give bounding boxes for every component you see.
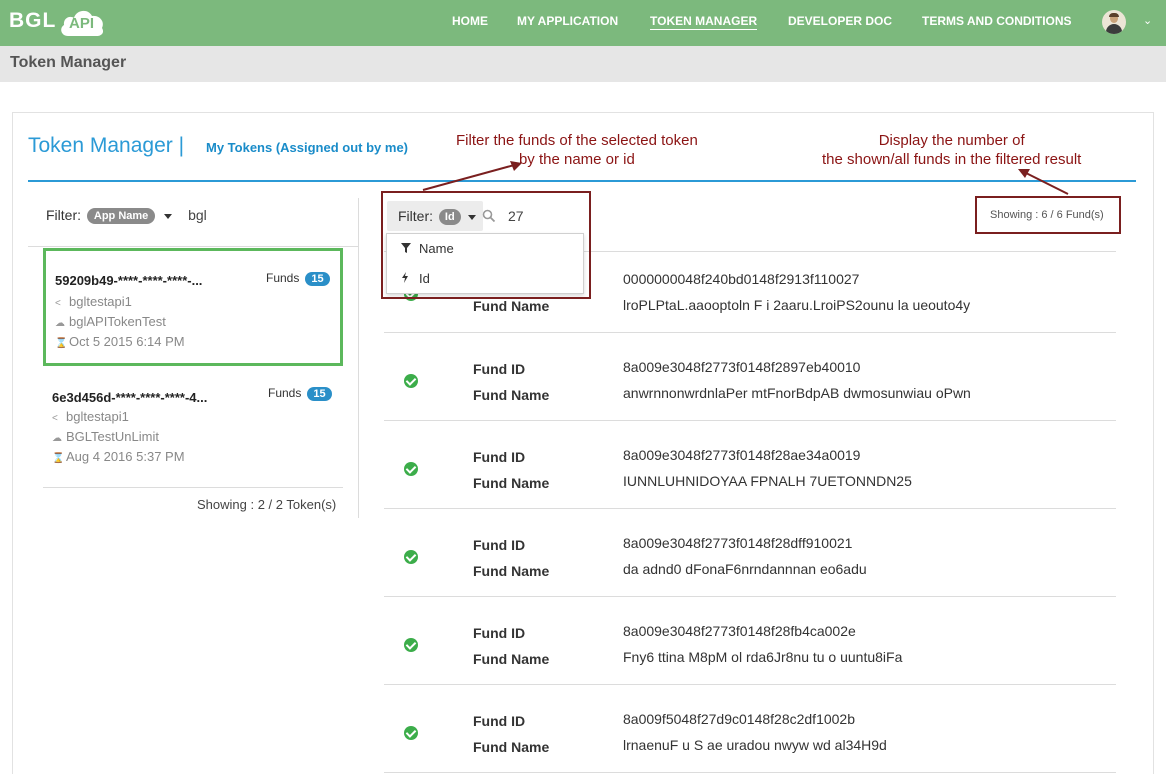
annotation-arrows [422, 161, 1069, 195]
